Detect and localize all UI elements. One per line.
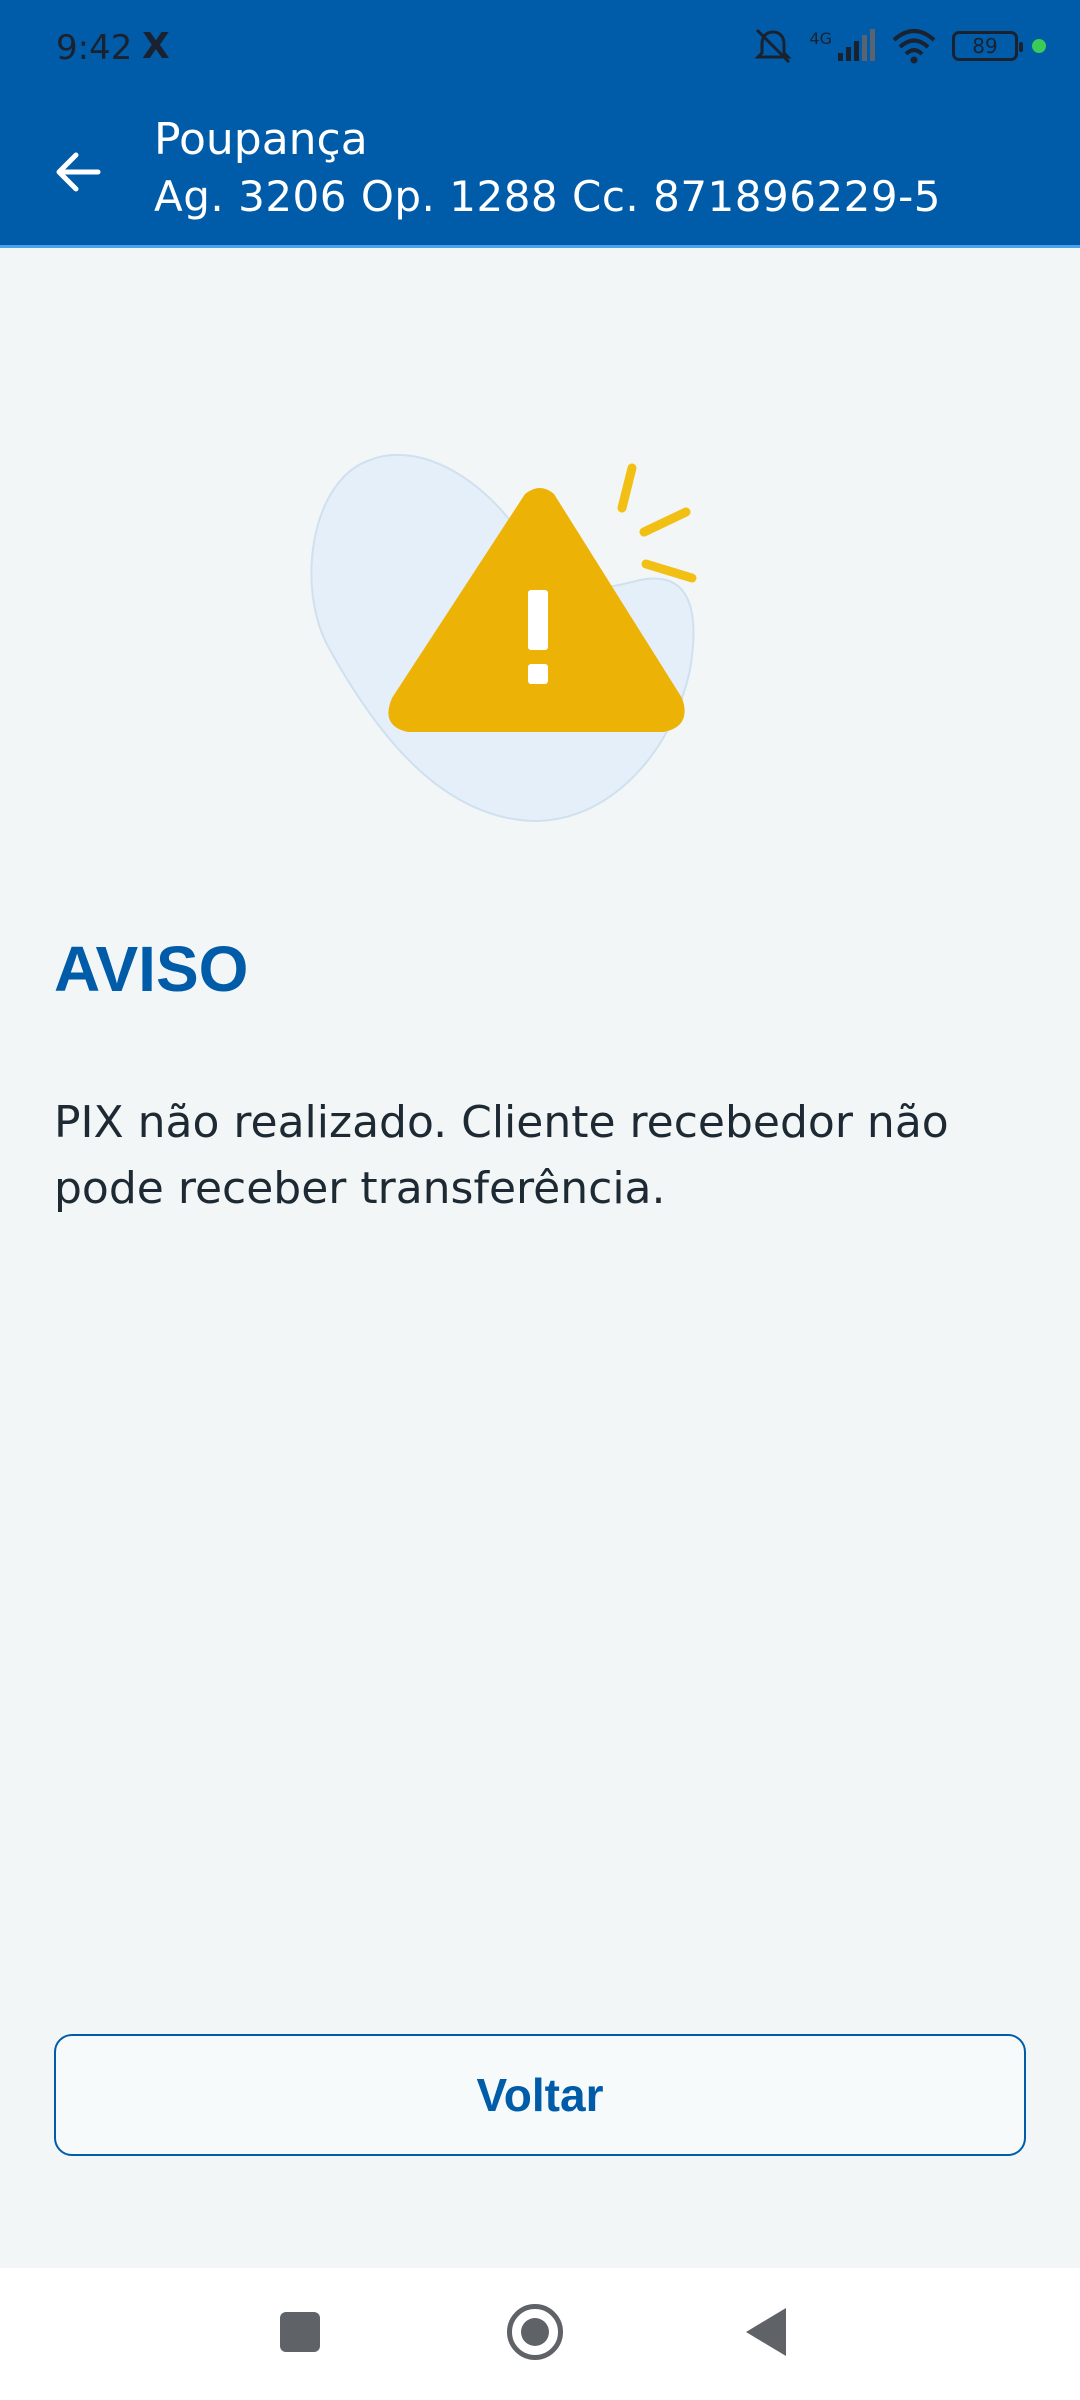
warning-illustration <box>300 440 780 840</box>
recents-icon[interactable] <box>280 2312 320 2352</box>
account-details: Ag. 3206 Op. 1288 Cc. 871896229-5 <box>154 172 941 221</box>
system-nav-bar <box>0 2268 1080 2400</box>
status-bar: 9:42 X 4G 89 <box>0 0 1080 102</box>
wifi-icon <box>892 29 936 64</box>
home-icon[interactable] <box>507 2304 563 2360</box>
mute-icon <box>754 28 793 64</box>
back-button[interactable] <box>42 136 114 208</box>
account-title: Poupança <box>154 114 368 165</box>
signal-icon <box>838 29 875 61</box>
warning-triangle-icon <box>310 453 697 822</box>
privacy-dot-indicator <box>1032 39 1046 53</box>
network-type-label: 4G <box>809 28 832 48</box>
back-icon[interactable] <box>746 2308 786 2356</box>
carrier-icon: X <box>142 26 170 67</box>
warning-message: PIX não realizado. Cliente recebedor não… <box>54 1097 949 1214</box>
status-icons: 4G 89 <box>751 26 1046 66</box>
voltar-button[interactable]: Voltar <box>54 2034 1026 2156</box>
arrow-left-icon <box>56 152 101 192</box>
home-icon-inner <box>521 2318 549 2346</box>
status-time: 9:42 <box>56 28 133 68</box>
warning-heading: AVISO <box>54 933 249 1005</box>
app-bar: Poupança Ag. 3206 Op. 1288 Cc. 871896229… <box>0 102 1080 248</box>
battery-level: 89 <box>972 34 998 58</box>
battery-icon: 89 <box>952 31 1023 61</box>
